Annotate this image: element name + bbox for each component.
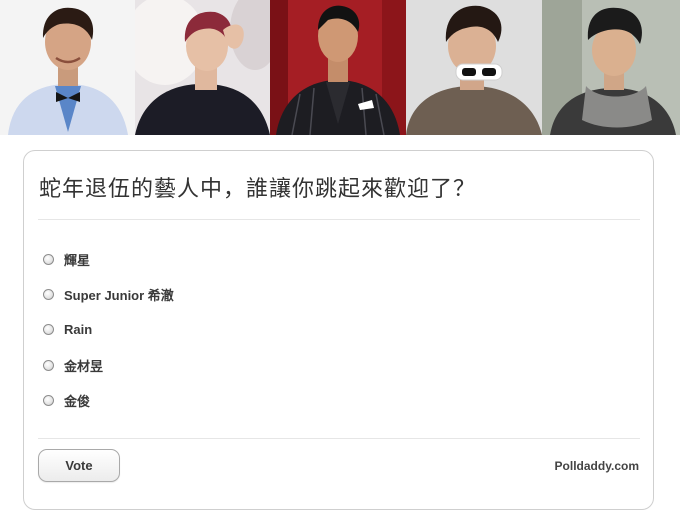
radio-button[interactable] <box>43 323 54 335</box>
radio-button[interactable] <box>43 359 54 371</box>
banner-photo-3 <box>270 0 406 135</box>
poll-card: 蛇年退伍的藝人中，誰讓你跳起來歡迎了？ 輝星 Super Junior 希澈 R… <box>23 150 654 510</box>
divider-bottom <box>38 438 640 439</box>
banner-photo-4 <box>406 0 542 135</box>
header-banner <box>0 0 680 135</box>
polldaddy-link[interactable]: Polldaddy.com <box>555 459 639 473</box>
radio-button[interactable] <box>43 288 54 300</box>
option-label: 金俊 <box>64 393 91 409</box>
banner-photo-5 <box>542 0 680 135</box>
vote-button[interactable]: Vote <box>38 449 120 482</box>
poll-question: 蛇年退伍的藝人中，誰讓你跳起來歡迎了？ <box>39 177 477 202</box>
banner-photo-1 <box>0 0 135 135</box>
option-label: 金材昱 <box>64 358 104 374</box>
option-label: 輝星 <box>64 252 91 268</box>
poll-option-2[interactable]: Super Junior 希澈 <box>43 284 174 304</box>
radio-button[interactable] <box>43 253 54 265</box>
radio-button[interactable] <box>43 394 54 406</box>
option-label: Rain <box>64 321 93 337</box>
poll-option-5[interactable]: 金俊 <box>43 390 90 410</box>
poll-option-4[interactable]: 金材昱 <box>43 355 103 375</box>
banner-photo-2 <box>135 0 270 135</box>
poll-option-3[interactable]: Rain <box>43 319 92 339</box>
poll-option-1[interactable]: 輝星 <box>43 249 90 269</box>
option-label: Super Junior 希澈 <box>64 287 174 303</box>
divider-top <box>38 219 640 220</box>
